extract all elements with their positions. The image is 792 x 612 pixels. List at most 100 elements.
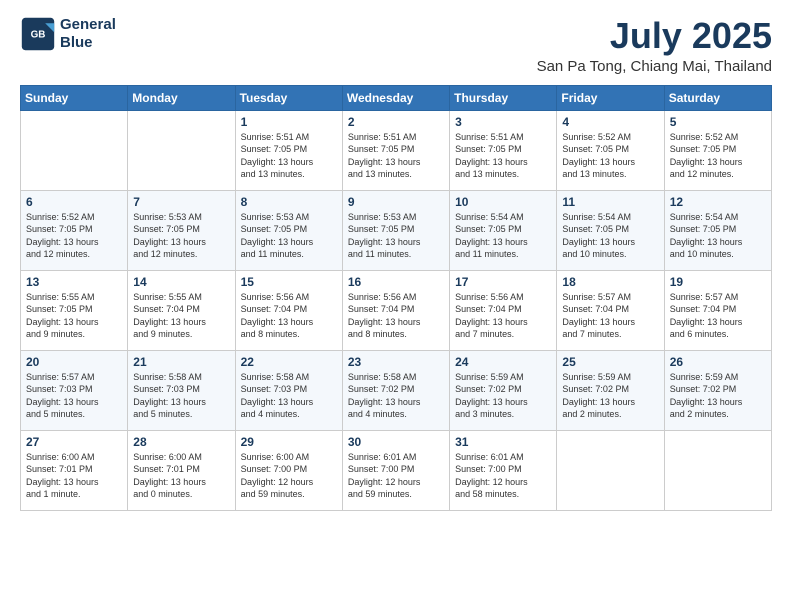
calendar-cell: 3Sunrise: 5:51 AM Sunset: 7:05 PM Daylig… <box>450 110 557 190</box>
calendar-cell: 14 Sunrise: 5:55 AM Sunset: 7:04 PM Dayli… <box>128 270 235 350</box>
calendar-cell: 5Sunrise: 5:52 AM Sunset: 7:05 PM Daylig… <box>664 110 771 190</box>
day-header-sunday: Sunday <box>21 85 128 110</box>
day-info: Sunrise: 6:01 AM Sunset: 7:00 PM Dayligh… <box>455 451 551 501</box>
calendar-week-row: 1 Sunrise: 5:51 AM Sunset: 7:05 PM Daylig… <box>21 110 772 190</box>
calendar-cell: 15Sunrise: 5:56 AM Sunset: 7:04 PM Dayli… <box>235 270 342 350</box>
day-number: 25 <box>562 355 658 369</box>
day-header-saturday: Saturday <box>664 85 771 110</box>
calendar-week-row: 13 Sunrise: 5:55 AM Sunset: 7:05 PM Dayli… <box>21 270 772 350</box>
day-header-wednesday: Wednesday <box>342 85 449 110</box>
calendar-cell: 21Sunrise: 5:58 AM Sunset: 7:03 PM Dayli… <box>128 350 235 430</box>
day-info: Sunrise: 5:54 AM Sunset: 7:05 PM Dayligh… <box>455 211 551 261</box>
calendar-table: SundayMondayTuesdayWednesdayThursdayFrid… <box>20 85 772 511</box>
calendar-cell: 31Sunrise: 6:01 AM Sunset: 7:00 PM Dayli… <box>450 430 557 510</box>
month-title: July 2025 <box>537 16 772 56</box>
day-info: Sunrise: 5:53 AM Sunset: 7:05 PM Dayligh… <box>241 211 337 261</box>
calendar-week-row: 27 Sunrise: 6:00 AM Sunset: 7:01 PM Dayli… <box>21 430 772 510</box>
calendar-cell: 12 Sunrise: 5:54 AM Sunset: 7:05 PM Dayli… <box>664 190 771 270</box>
day-number: 8 <box>241 195 337 209</box>
calendar-cell: 1 Sunrise: 5:51 AM Sunset: 7:05 PM Daylig… <box>235 110 342 190</box>
calendar-cell: 20 Sunrise: 5:57 AM Sunset: 7:03 PM Dayli… <box>21 350 128 430</box>
day-number: 10 <box>455 195 551 209</box>
day-info: Sunrise: 5:59 AM Sunset: 7:02 PM Dayligh… <box>670 371 766 421</box>
day-info: Sunrise: 5:58 AM Sunset: 7:03 PM Dayligh… <box>241 371 337 421</box>
calendar-cell <box>128 110 235 190</box>
day-info: Sunrise: 5:57 AM Sunset: 7:03 PM Dayligh… <box>26 371 122 421</box>
logo: GB General Blue <box>20 16 116 52</box>
day-number: 4 <box>562 115 658 129</box>
calendar-cell: 24 Sunrise: 5:59 AM Sunset: 7:02 PM Dayli… <box>450 350 557 430</box>
day-info: Sunrise: 5:55 AM Sunset: 7:04 PM Dayligh… <box>133 291 229 341</box>
day-info: Sunrise: 5:52 AM Sunset: 7:05 PM Dayligh… <box>670 131 766 181</box>
day-info: Sunrise: 5:54 AM Sunset: 7:05 PM Dayligh… <box>670 211 766 261</box>
day-number: 21 <box>133 355 229 369</box>
day-number: 13 <box>26 275 122 289</box>
day-info: Sunrise: 5:54 AM Sunset: 7:05 PM Dayligh… <box>562 211 658 261</box>
day-number: 27 <box>26 435 122 449</box>
day-number: 15 <box>241 275 337 289</box>
day-info: Sunrise: 5:57 AM Sunset: 7:04 PM Dayligh… <box>562 291 658 341</box>
location-title: San Pa Tong, Chiang Mai, Thailand <box>537 58 772 75</box>
calendar-cell: 8 Sunrise: 5:53 AM Sunset: 7:05 PM Daylig… <box>235 190 342 270</box>
day-info: Sunrise: 5:51 AM Sunset: 7:05 PM Dayligh… <box>348 131 444 181</box>
day-info: Sunrise: 5:56 AM Sunset: 7:04 PM Dayligh… <box>455 291 551 341</box>
calendar-cell: 19 Sunrise: 5:57 AM Sunset: 7:04 PM Dayli… <box>664 270 771 350</box>
day-number: 23 <box>348 355 444 369</box>
day-number: 19 <box>670 275 766 289</box>
day-number: 1 <box>241 115 337 129</box>
day-number: 26 <box>670 355 766 369</box>
day-info: Sunrise: 6:01 AM Sunset: 7:00 PM Dayligh… <box>348 451 444 501</box>
day-info: Sunrise: 5:56 AM Sunset: 7:04 PM Dayligh… <box>348 291 444 341</box>
calendar-cell: 10 Sunrise: 5:54 AM Sunset: 7:05 PM Dayli… <box>450 190 557 270</box>
day-number: 14 <box>133 275 229 289</box>
day-info: Sunrise: 5:57 AM Sunset: 7:04 PM Dayligh… <box>670 291 766 341</box>
calendar-cell: 23Sunrise: 5:58 AM Sunset: 7:02 PM Dayli… <box>342 350 449 430</box>
calendar-cell: 27 Sunrise: 6:00 AM Sunset: 7:01 PM Dayli… <box>21 430 128 510</box>
calendar-cell: 22 Sunrise: 5:58 AM Sunset: 7:03 PM Dayli… <box>235 350 342 430</box>
calendar-cell: 11 Sunrise: 5:54 AM Sunset: 7:05 PM Dayli… <box>557 190 664 270</box>
day-info: Sunrise: 5:53 AM Sunset: 7:05 PM Dayligh… <box>348 211 444 261</box>
calendar-cell: 9 Sunrise: 5:53 AM Sunset: 7:05 PM Daylig… <box>342 190 449 270</box>
day-number: 30 <box>348 435 444 449</box>
calendar-week-row: 20 Sunrise: 5:57 AM Sunset: 7:03 PM Dayli… <box>21 350 772 430</box>
calendar-cell <box>21 110 128 190</box>
day-info: Sunrise: 6:00 AM Sunset: 7:01 PM Dayligh… <box>26 451 122 501</box>
calendar-cell <box>664 430 771 510</box>
day-number: 29 <box>241 435 337 449</box>
svg-text:GB: GB <box>31 30 46 41</box>
calendar-cell: 25 Sunrise: 5:59 AM Sunset: 7:02 PM Dayli… <box>557 350 664 430</box>
calendar-cell: 16 Sunrise: 5:56 AM Sunset: 7:04 PM Dayli… <box>342 270 449 350</box>
day-number: 22 <box>241 355 337 369</box>
day-header-monday: Monday <box>128 85 235 110</box>
calendar-cell: 13 Sunrise: 5:55 AM Sunset: 7:05 PM Dayli… <box>21 270 128 350</box>
calendar-cell <box>557 430 664 510</box>
calendar-cell: 18Sunrise: 5:57 AM Sunset: 7:04 PM Dayli… <box>557 270 664 350</box>
day-info: Sunrise: 5:51 AM Sunset: 7:05 PM Dayligh… <box>241 131 337 181</box>
day-number: 9 <box>348 195 444 209</box>
day-number: 6 <box>26 195 122 209</box>
title-block: July 2025 San Pa Tong, Chiang Mai, Thail… <box>537 16 772 75</box>
day-info: Sunrise: 5:53 AM Sunset: 7:05 PM Dayligh… <box>133 211 229 261</box>
day-info: Sunrise: 5:52 AM Sunset: 7:05 PM Dayligh… <box>26 211 122 261</box>
day-info: Sunrise: 6:00 AM Sunset: 7:00 PM Dayligh… <box>241 451 337 501</box>
day-header-tuesday: Tuesday <box>235 85 342 110</box>
calendar-week-row: 6 Sunrise: 5:52 AM Sunset: 7:05 PM Daylig… <box>21 190 772 270</box>
day-number: 20 <box>26 355 122 369</box>
day-header-friday: Friday <box>557 85 664 110</box>
day-info: Sunrise: 5:55 AM Sunset: 7:05 PM Dayligh… <box>26 291 122 341</box>
logo-icon: GB <box>20 16 56 52</box>
day-number: 24 <box>455 355 551 369</box>
calendar-cell: 26 Sunrise: 5:59 AM Sunset: 7:02 PM Dayli… <box>664 350 771 430</box>
day-number: 11 <box>562 195 658 209</box>
day-info: Sunrise: 6:00 AM Sunset: 7:01 PM Dayligh… <box>133 451 229 501</box>
day-number: 12 <box>670 195 766 209</box>
page-header: GB General Blue July 2025 San Pa Tong, C… <box>20 16 772 75</box>
day-info: Sunrise: 5:59 AM Sunset: 7:02 PM Dayligh… <box>455 371 551 421</box>
calendar-cell: 6 Sunrise: 5:52 AM Sunset: 7:05 PM Daylig… <box>21 190 128 270</box>
calendar-cell: 7 Sunrise: 5:53 AM Sunset: 7:05 PM Daylig… <box>128 190 235 270</box>
calendar-cell: 4 Sunrise: 5:52 AM Sunset: 7:05 PM Daylig… <box>557 110 664 190</box>
day-number: 7 <box>133 195 229 209</box>
day-info: Sunrise: 5:59 AM Sunset: 7:02 PM Dayligh… <box>562 371 658 421</box>
day-info: Sunrise: 5:52 AM Sunset: 7:05 PM Dayligh… <box>562 131 658 181</box>
day-number: 16 <box>348 275 444 289</box>
